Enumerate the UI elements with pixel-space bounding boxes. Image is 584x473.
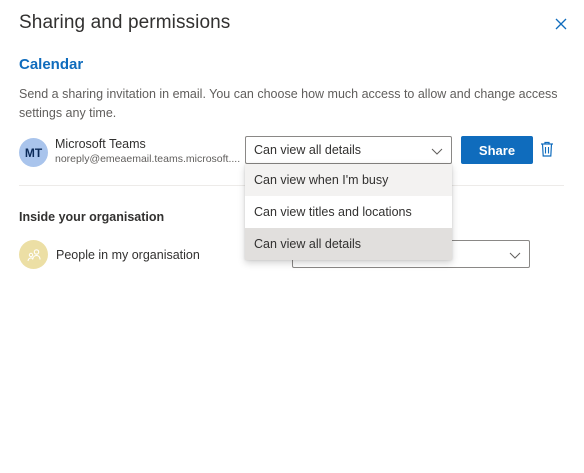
user-email: noreply@emeaemail.teams.microsoft.... [55,153,241,165]
chevron-down-icon [509,252,521,259]
dropdown-option-all-details[interactable]: Can view all details [245,228,452,260]
permission-dropdown-menu: Can view when I'm busy Can view titles a… [245,164,452,260]
sharing-description: Send a sharing invitation in email. You … [19,87,558,120]
organisation-name: People in my organisation [56,248,200,262]
permission-select-value: Can view all details [254,143,361,157]
share-button[interactable]: Share [461,136,533,164]
organisation-heading: Inside your organisation [19,210,165,224]
chevron-down-icon [431,148,443,155]
people-icon [19,240,48,269]
user-name: Microsoft Teams [55,137,146,151]
dropdown-option-busy[interactable]: Can view when I'm busy [245,164,452,196]
avatar: MT [19,138,48,167]
calendar-heading: Calendar [19,56,84,73]
permission-select[interactable]: Can view all details [245,136,452,164]
close-icon[interactable] [553,16,569,32]
page-title: Sharing and permissions [19,12,231,33]
trash-icon[interactable] [540,141,554,157]
dropdown-option-titles-locations[interactable]: Can view titles and locations [245,196,452,228]
